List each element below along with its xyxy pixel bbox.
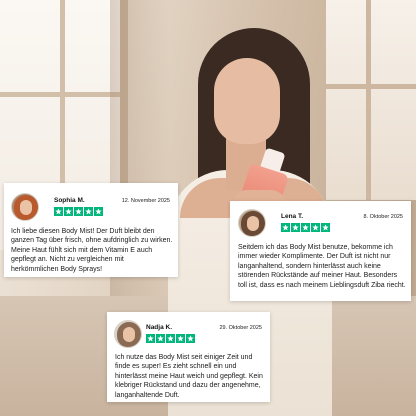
- review-card-lena: Lena T. 8. Oktober 2025 Seitdem ich das …: [230, 201, 411, 301]
- review-text: Ich nutze das Body Mist seit einiger Zei…: [115, 354, 263, 399]
- review-date: 29. Oktober 2025: [219, 325, 262, 331]
- review-text: Ich liebe diesen Body Mist! Der Duft ble…: [11, 228, 173, 273]
- woman-face: [214, 58, 280, 144]
- review-date: 12. November 2025: [121, 198, 170, 204]
- star-icon: [166, 334, 175, 343]
- star-icon: [311, 223, 320, 232]
- star-icon: [301, 223, 310, 232]
- star-icon: [146, 334, 155, 343]
- star-rating: [54, 207, 103, 216]
- review-text: Seitdem ich das Body Mist benutze, bekom…: [238, 244, 406, 289]
- star-icon: [54, 207, 63, 216]
- reviewer-name: Lena T.: [281, 213, 304, 220]
- review-card-nadja: Nadja K. 29. Oktober 2025 Ich nutze das …: [107, 312, 270, 402]
- star-icon: [94, 207, 103, 216]
- star-icon: [156, 334, 165, 343]
- star-icon: [186, 334, 195, 343]
- avatar: [11, 193, 39, 221]
- review-date: 8. Oktober 2025: [363, 214, 403, 220]
- star-icon: [84, 207, 93, 216]
- star-icon: [281, 223, 290, 232]
- star-icon: [64, 207, 73, 216]
- star-rating: [281, 223, 330, 232]
- reviewer-name: Nadja K.: [146, 324, 173, 331]
- star-rating: [146, 334, 195, 343]
- avatar: [238, 209, 266, 237]
- star-icon: [291, 223, 300, 232]
- window-right: [326, 0, 416, 200]
- reviewer-name: Sophia M.: [54, 197, 85, 204]
- star-icon: [74, 207, 83, 216]
- review-card-sophia: Sophia M. 12. November 2025 Ich liebe di…: [4, 183, 178, 277]
- star-icon: [321, 223, 330, 232]
- avatar: [114, 320, 142, 348]
- star-icon: [176, 334, 185, 343]
